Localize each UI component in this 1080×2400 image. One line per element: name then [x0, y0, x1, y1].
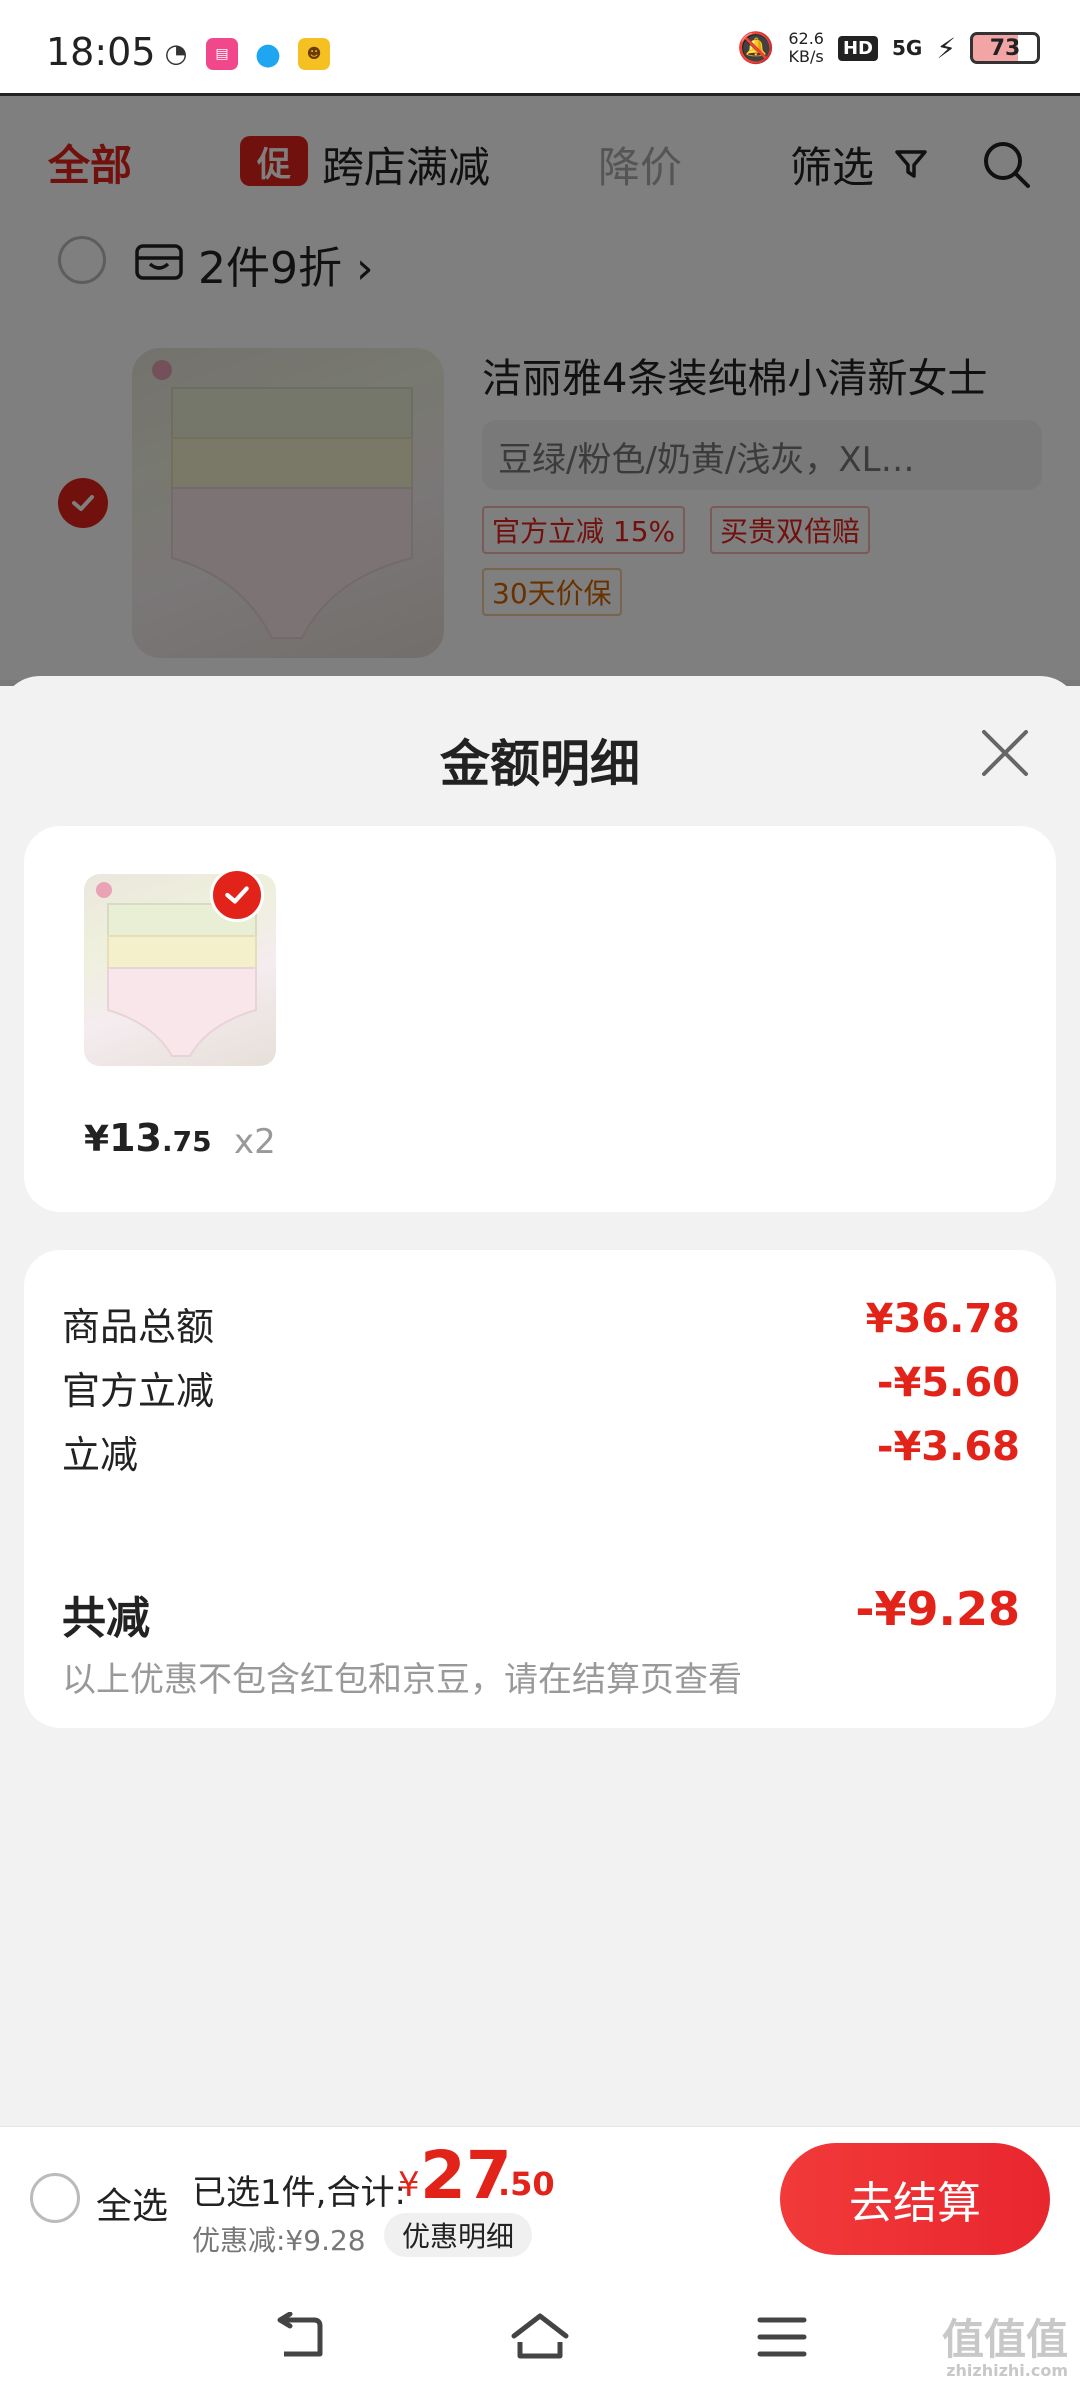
watermark-main: 值值值	[941, 2315, 1068, 2364]
home-icon[interactable]	[510, 2312, 570, 2362]
goods-price-decimal: .75	[161, 1125, 212, 1158]
amount-detail-card: 商品总额 ¥36.78 官方立减 -¥5.60 立减 -¥3.68 共减 -¥9…	[24, 1250, 1056, 1728]
back-icon[interactable]	[270, 2312, 330, 2362]
sum-decimal: .50	[498, 2165, 555, 2203]
checkout-button[interactable]: 去结算	[780, 2143, 1050, 2255]
sum-currency: ¥	[398, 2165, 420, 2205]
detail-label-official-discount: 官方立减	[62, 1369, 215, 1413]
select-all-radio[interactable]	[30, 2173, 80, 2223]
close-icon[interactable]	[978, 726, 1032, 780]
status-bar: 18:05 ◔ ▤ ● ☻ 🔕 62.6 KB/s HD 5G ⚡ 73	[0, 0, 1080, 96]
detail-value-official-discount: -¥5.60	[876, 1360, 1020, 1406]
qq-icon: ●	[252, 37, 284, 72]
net-speed: 62.6 KB/s	[788, 30, 824, 66]
checkout-bar: 全选 已选1件,合计: ¥ 27 .50 优惠减:¥9.28 优惠明细 去结算	[0, 2126, 1080, 2272]
goods-price: ¥13.75	[84, 1116, 212, 1160]
charging-icon: ⚡	[936, 31, 956, 65]
app-icon-yellow: ☻	[298, 38, 330, 70]
dim-overlay[interactable]	[0, 96, 1080, 686]
goods-price-integer: 13	[109, 1116, 162, 1160]
goods-quantity: x2	[234, 1122, 276, 1162]
status-indicators: 🔕 62.6 KB/s HD 5G ⚡ 73	[737, 30, 1040, 66]
detail-label-instant-discount: 立减	[62, 1433, 139, 1477]
signal-5g-icon: 5G	[891, 36, 923, 60]
selected-summary: 已选1件,合计:	[192, 2173, 406, 2213]
watermark-sub: zhizhizhi.com	[946, 2361, 1068, 2380]
watermark: 值值值 zhizhizhi.com	[942, 2318, 1068, 2380]
detail-value-goods-total: ¥36.78	[865, 1296, 1020, 1342]
mute-bell-icon: 🔕	[736, 30, 775, 66]
status-time: 18:05	[46, 30, 156, 74]
battery-icon: 73	[970, 32, 1040, 64]
discount-note: 以上优惠不包含红包和京豆，请在结算页查看	[62, 1660, 742, 1700]
notification-icons: ◔ ▤ ● ☻	[160, 37, 330, 72]
detail-value-instant-discount: -¥3.68	[876, 1424, 1020, 1470]
cart-page-background: 18:05 ◔ ▤ ● ☻ 🔕 62.6 KB/s HD 5G ⚡ 73 全部 …	[0, 0, 1080, 716]
system-nav-bar: 值值值 zhizhizhi.com	[0, 2272, 1080, 2400]
total-discount-label: 共减	[62, 1593, 150, 1644]
menu-icon[interactable]	[752, 2312, 812, 2362]
total-discount-value: -¥9.28	[855, 1582, 1020, 1636]
goods-card: ¥13.75 x2	[24, 826, 1056, 1212]
select-all-label[interactable]: 全选	[96, 2177, 168, 2229]
amount-detail-sheet: 金额明细 ¥13.75 x2 商品总额 ¥36.78 官方立减 -¥5.60 立…	[0, 676, 1080, 2126]
net-speed-value: 62.6	[788, 29, 824, 48]
hd-badge: HD	[837, 35, 878, 61]
app-icon-pink: ▤	[206, 38, 238, 70]
goods-checked-icon	[210, 868, 264, 922]
sheet-title: 金额明细	[440, 735, 640, 793]
discount-detail-button[interactable]: 优惠明细	[384, 2213, 533, 2257]
net-speed-unit: KB/s	[788, 47, 824, 66]
detail-label-goods-total: 商品总额	[62, 1305, 215, 1349]
wechat-icon: ◔	[160, 38, 192, 70]
discount-summary: 优惠减:¥9.28	[192, 2224, 366, 2257]
goods-price-currency: ¥	[84, 1119, 110, 1160]
